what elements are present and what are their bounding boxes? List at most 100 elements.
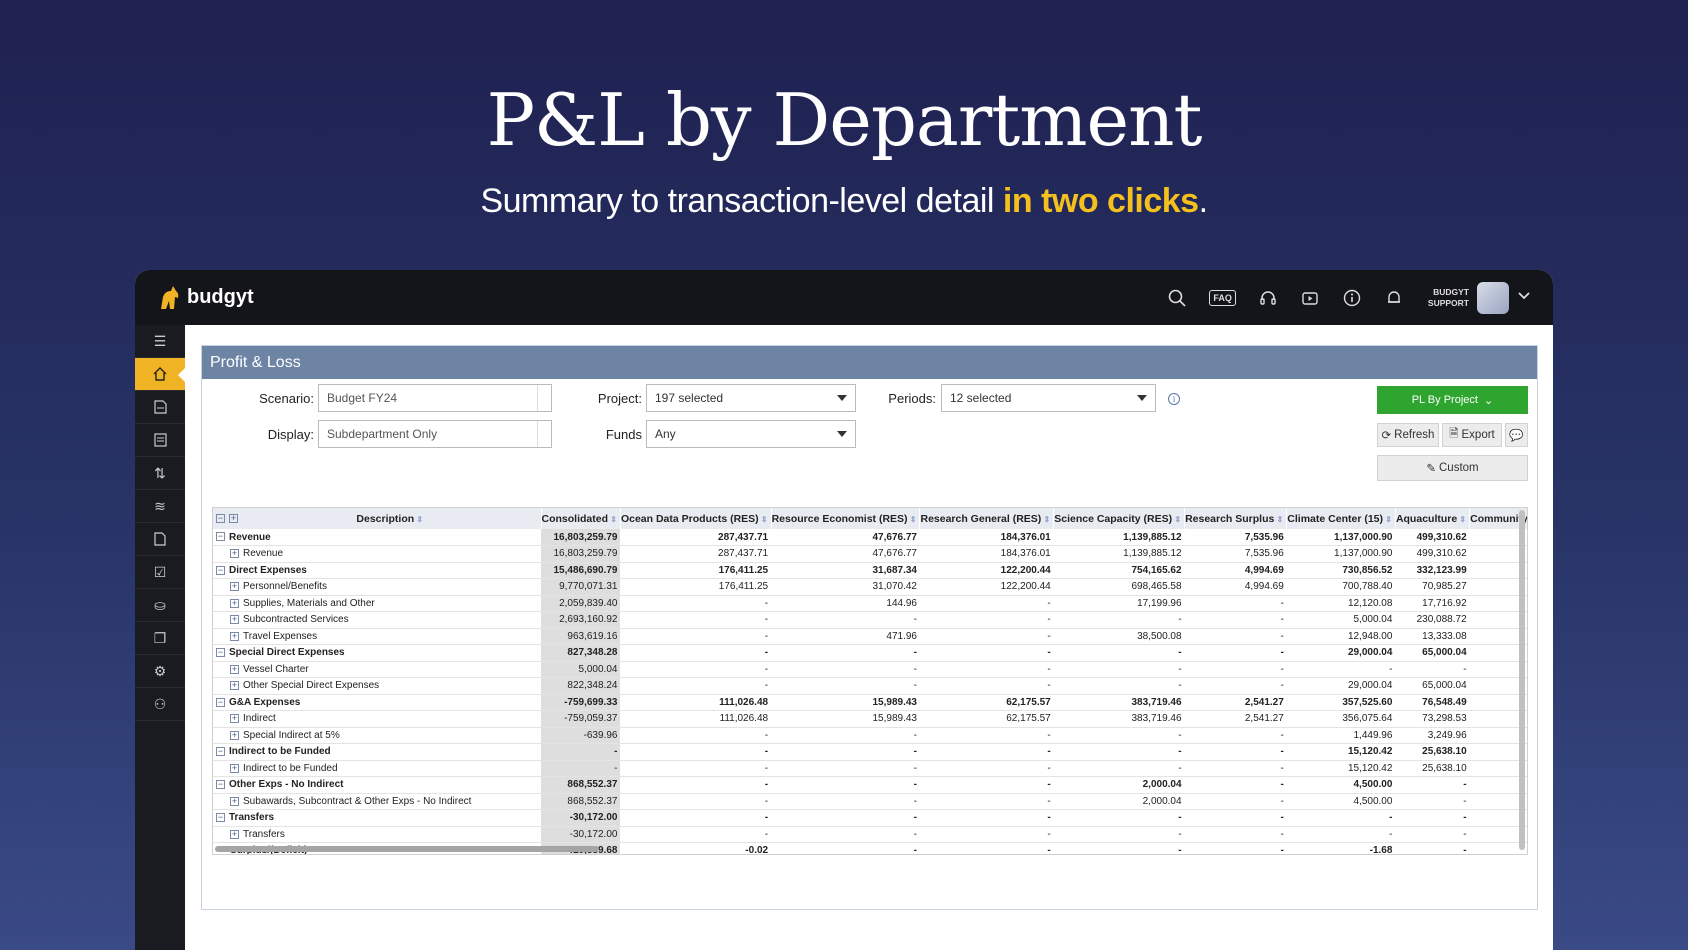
value-cell[interactable]: -: [919, 776, 1054, 794]
users-icon[interactable]: ⚇: [135, 688, 185, 721]
value-cell[interactable]: -: [1053, 727, 1185, 744]
value-cell[interactable]: 15,120.42: [1286, 760, 1396, 777]
project-select[interactable]: 197 selected: [646, 384, 856, 412]
value-cell[interactable]: 31,070.42: [771, 578, 920, 596]
custom-button[interactable]: ✎ Custom: [1377, 455, 1528, 481]
value-cell[interactable]: -1.68: [1286, 842, 1396, 854]
value-cell[interactable]: -: [771, 611, 920, 629]
column-header[interactable]: Aquaculture ⇕: [1395, 508, 1471, 529]
value-cell[interactable]: -: [1184, 628, 1287, 645]
consolidated-cell[interactable]: 15,486,690.79: [541, 562, 621, 579]
consolidated-cell[interactable]: 2,059,839.40: [541, 595, 621, 612]
value-cell[interactable]: -: [1053, 743, 1185, 761]
table-row[interactable]: + Transfers -30,172.00- - - - - - -: [213, 826, 1527, 843]
table-row[interactable]: − Other Exps - No Indirect 868,552.37- - -2,…: [213, 776, 1527, 794]
sort-icon[interactable]: ⇕: [414, 515, 423, 524]
periods-info-icon[interactable]: i: [1168, 393, 1180, 405]
consolidated-cell[interactable]: 868,552.37: [541, 793, 621, 810]
column-header[interactable]: Climate Center (15) ⇕: [1286, 508, 1396, 529]
table-row[interactable]: − Revenue 16,803,259.79 287,437.71 47,676.77…: [213, 529, 1527, 546]
value-cell[interactable]: 47,676.77: [771, 545, 920, 563]
value-cell[interactable]: -: [1053, 760, 1185, 777]
info-icon[interactable]: [1342, 288, 1362, 308]
value-cell[interactable]: -: [620, 743, 772, 761]
value-cell[interactable]: 73,298.53: [1395, 710, 1470, 728]
expand-icon[interactable]: +: [230, 730, 239, 740]
value-cell[interactable]: 356,075.64: [1286, 710, 1396, 728]
value-cell[interactable]: -: [1053, 809, 1185, 827]
sort-icon[interactable]: ⇕: [1383, 515, 1392, 524]
settings-icon[interactable]: ⚙: [135, 655, 185, 688]
column-header[interactable]: Resource Economist (RES) ⇕: [771, 508, 921, 529]
expand-icon[interactable]: +: [230, 664, 239, 674]
consolidated-cell[interactable]: 822,348.24: [541, 677, 621, 695]
header-description[interactable]: − + Description ⇕: [213, 508, 542, 529]
consolidated-cell[interactable]: -759,059.37: [541, 710, 621, 728]
value-cell[interactable]: 29,000.04: [1286, 677, 1396, 695]
table-row[interactable]: + Personnel/Benefits 9,770,071.31 176,411.2…: [213, 578, 1527, 596]
expand-icon[interactable]: +: [230, 714, 239, 724]
value-cell[interactable]: 176,411.25: [620, 562, 772, 579]
value-cell[interactable]: 144.96: [771, 595, 920, 612]
table-row[interactable]: + Revenue 16,803,259.79 287,437.71 47,676.77…: [213, 545, 1527, 563]
value-cell[interactable]: 287,437.71: [620, 545, 772, 563]
value-cell[interactable]: -: [620, 809, 772, 827]
value-cell[interactable]: 122,200.44: [919, 578, 1054, 596]
consolidated-cell[interactable]: -639.96: [541, 727, 621, 744]
value-cell[interactable]: 15,989.43: [771, 694, 920, 711]
value-cell[interactable]: 111,026.48: [620, 710, 772, 728]
value-cell[interactable]: -: [919, 793, 1054, 810]
sort-icon[interactable]: ⇕: [608, 515, 617, 524]
value-cell[interactable]: 1,449.96: [1286, 727, 1396, 744]
table-row[interactable]: + Subcontracted Services 2,693,160.92- - - - -…: [213, 611, 1527, 629]
value-cell[interactable]: 2,000.04: [1053, 793, 1185, 810]
value-cell[interactable]: 15,989.43: [771, 710, 920, 728]
consolidated-cell[interactable]: 2,693,160.92: [541, 611, 621, 629]
collapse-icon[interactable]: −: [216, 813, 225, 823]
faq-icon[interactable]: FAQ: [1209, 289, 1236, 306]
value-cell[interactable]: -: [620, 760, 772, 777]
personnel-icon[interactable]: ⛀: [135, 589, 185, 622]
value-cell[interactable]: -: [771, 677, 920, 695]
value-cell[interactable]: -: [1184, 826, 1287, 843]
checklist-icon[interactable]: ☑: [135, 556, 185, 589]
value-cell[interactable]: 4,500.00: [1286, 776, 1396, 794]
value-cell[interactable]: -: [1395, 661, 1470, 678]
value-cell[interactable]: 12,948.00: [1286, 628, 1396, 645]
value-cell[interactable]: -0.02: [620, 842, 772, 854]
table-row[interactable]: + Vessel Charter 5,000.04- - - - - - -: [213, 661, 1527, 678]
consolidated-cell[interactable]: -: [541, 760, 621, 777]
consolidated-cell[interactable]: 5,000.04: [541, 661, 621, 678]
value-cell[interactable]: 357,525.60: [1286, 694, 1396, 711]
value-cell[interactable]: -: [919, 809, 1054, 827]
value-cell[interactable]: -: [1053, 826, 1185, 843]
value-cell[interactable]: 471.96: [771, 628, 920, 645]
value-cell[interactable]: -: [919, 760, 1054, 777]
expand-icon[interactable]: +: [230, 615, 239, 625]
value-cell[interactable]: 3,249.96: [1395, 727, 1470, 744]
table-row[interactable]: − Direct Expenses 15,486,690.79 176,411.25 3…: [213, 562, 1527, 579]
value-cell[interactable]: -: [771, 793, 920, 810]
value-cell[interactable]: 12,120.08: [1286, 595, 1396, 612]
value-cell[interactable]: -: [620, 677, 772, 695]
expand-icon[interactable]: +: [230, 681, 239, 691]
horizontal-scrollbar[interactable]: [215, 846, 599, 852]
headset-icon[interactable]: [1258, 288, 1278, 308]
layers-icon[interactable]: ≋: [135, 490, 185, 523]
video-icon[interactable]: [1300, 288, 1320, 308]
value-cell[interactable]: -: [620, 611, 772, 629]
menu-icon[interactable]: ☰: [135, 325, 185, 358]
column-header[interactable]: Science Capacity (RES) ⇕: [1053, 508, 1186, 529]
search-icon[interactable]: [1167, 288, 1187, 308]
consolidated-cell[interactable]: 9,770,071.31: [541, 578, 621, 596]
value-cell[interactable]: -: [1395, 842, 1470, 854]
table-row[interactable]: + Special Indirect at 5% -639.96- - - - -1,449…: [213, 727, 1527, 744]
collapse-icon[interactable]: −: [216, 532, 225, 542]
value-cell[interactable]: -: [1184, 644, 1287, 662]
consolidated-cell[interactable]: 16,803,259.79: [541, 529, 621, 546]
value-cell[interactable]: 332,123.99: [1395, 562, 1470, 579]
expand-icon[interactable]: +: [230, 796, 239, 806]
value-cell[interactable]: 111,026.48: [620, 694, 772, 711]
expand-icon[interactable]: +: [230, 582, 239, 592]
value-cell[interactable]: -: [771, 842, 920, 854]
